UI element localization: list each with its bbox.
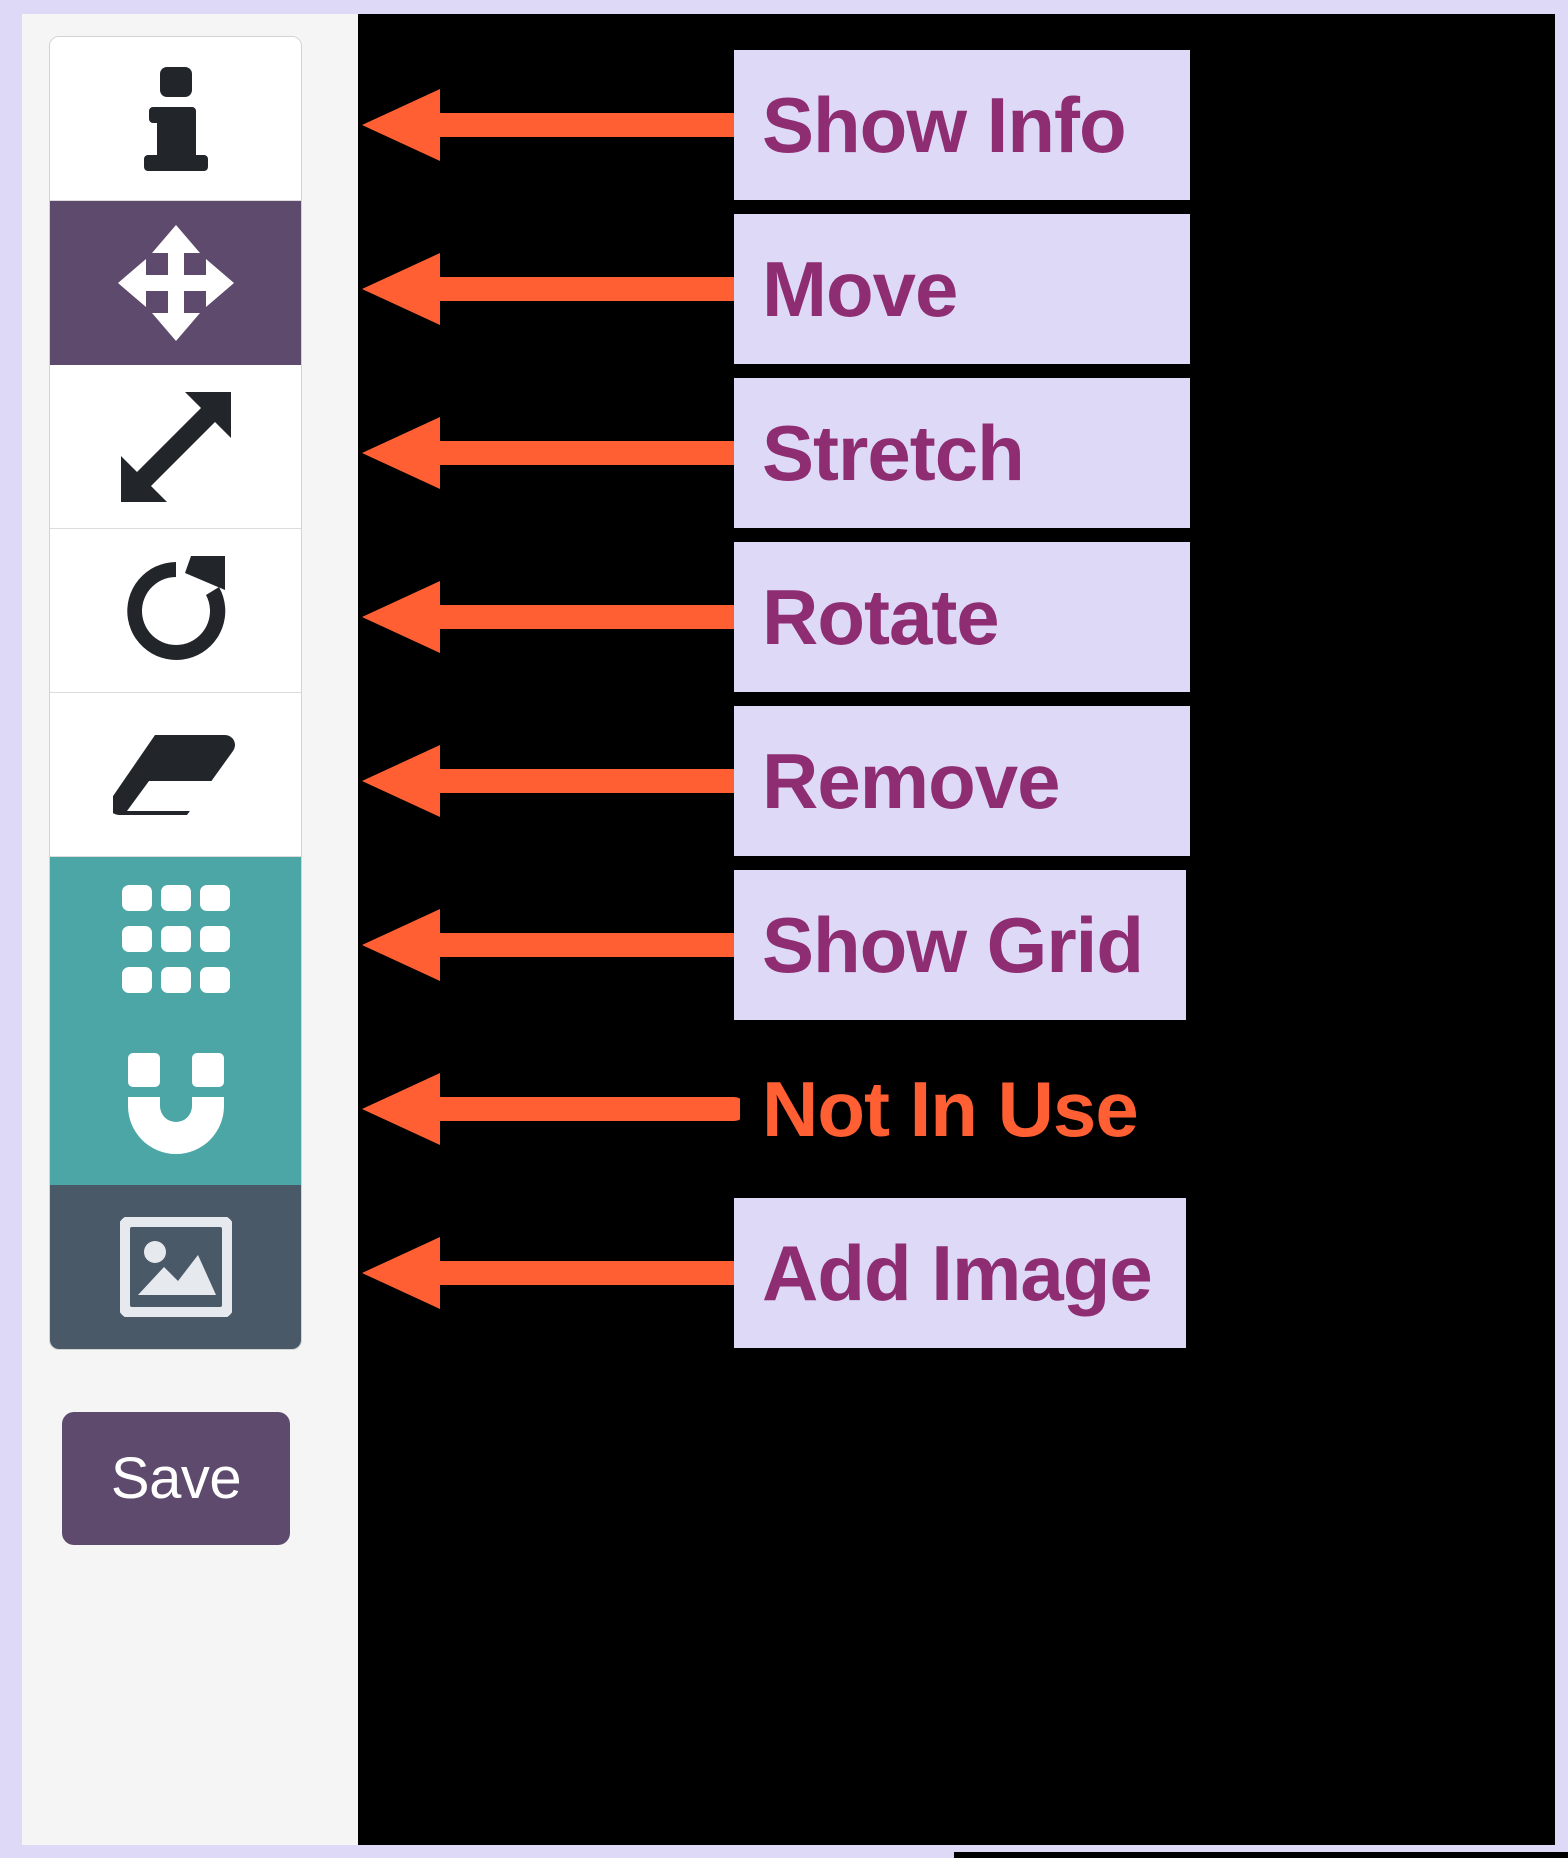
annotation-label: Stretch — [734, 378, 1190, 528]
info-icon — [137, 66, 215, 171]
eraser-icon — [112, 729, 239, 821]
tool-button-rotate[interactable] — [50, 529, 301, 693]
add-image-icon — [119, 1217, 232, 1317]
annotation-row: Rotate — [358, 542, 1555, 692]
stretch-icon — [119, 390, 233, 504]
callout-arrow-icon — [320, 1225, 746, 1321]
annotation-label: Remove — [734, 706, 1190, 856]
bottom-rule — [954, 1852, 1568, 1858]
tool-button-show-grid[interactable] — [50, 857, 301, 1021]
callout-arrow-icon — [320, 1061, 746, 1157]
callout-arrow-icon — [320, 241, 746, 337]
annotation-row: Not In Use — [358, 1034, 1555, 1184]
annotation-label: Not In Use — [762, 1064, 1139, 1153]
annotation-row: Add Image — [358, 1198, 1555, 1348]
callout-arrow-icon — [320, 897, 746, 993]
save-button[interactable]: Save — [62, 1412, 290, 1545]
tool-button-show-info[interactable] — [50, 37, 301, 201]
screenshot-root: Show Info Move Stretch Rotate Remove Show Gri… — [0, 0, 1568, 1858]
callout-arrow-icon — [320, 405, 746, 501]
tool-button-remove[interactable] — [50, 693, 301, 857]
annotation-row: Remove — [358, 706, 1555, 856]
annotation-row: Stretch — [358, 378, 1555, 528]
callout-arrow-icon — [320, 77, 746, 173]
magnet-icon — [120, 1047, 232, 1159]
grid-icon — [120, 883, 232, 995]
callout-arrow-icon — [320, 569, 746, 665]
tool-button-add-image[interactable] — [50, 1185, 301, 1349]
annotation-label: Move — [734, 214, 1190, 364]
tool-button-magnet[interactable] — [50, 1021, 301, 1185]
tool-button-stretch[interactable] — [50, 365, 301, 529]
annotation-row: Move — [358, 214, 1555, 364]
annotation-label: Show Grid — [734, 870, 1186, 1020]
editor-panel: Save — [22, 14, 358, 1845]
callout-arrow-icon — [320, 733, 746, 829]
rotate-icon — [119, 554, 233, 668]
annotation-row: Show Info — [358, 50, 1555, 200]
annotation-row: Show Grid — [358, 870, 1555, 1020]
annotation-label: Show Info — [734, 50, 1190, 200]
move-icon — [116, 223, 236, 343]
annotation-label: Add Image — [734, 1198, 1186, 1348]
annotation-canvas: Show Info Move Stretch Rotate Remove Show Gri… — [358, 14, 1555, 1845]
annotation-label: Rotate — [734, 542, 1190, 692]
tool-button-move[interactable] — [50, 201, 301, 365]
editor-toolbar — [49, 36, 302, 1350]
